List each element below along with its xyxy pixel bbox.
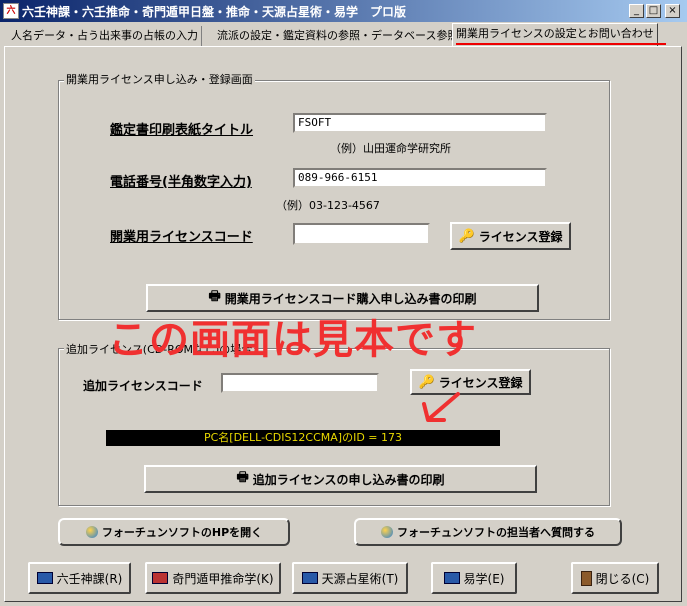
printer-icon: 🖶: [208, 289, 221, 304]
phone-label: 電話番号(半角数字入力): [110, 175, 252, 190]
close-label: 閉じる(C): [595, 571, 650, 586]
license-register-label: ライセンス登録: [478, 229, 563, 244]
additional-code-label: 追加ライセンスコード: [83, 379, 203, 393]
tengen-label: 天源占星術(T): [321, 571, 399, 586]
license-group-legend: 開業用ライセンス申し込み・登録画面: [64, 71, 255, 87]
ekigaku-button[interactable]: 易学(E): [431, 562, 517, 594]
app-icon: 六: [3, 3, 19, 19]
book-icon: [152, 572, 169, 584]
ekigaku-label: 易学(E): [463, 571, 505, 586]
print-title-hint: （例）山田運命学研究所: [330, 142, 451, 155]
print-title-input[interactable]: FSOFT: [293, 113, 547, 133]
phone-hint: （例）03-123-4567: [276, 199, 380, 212]
key-icon: 🔑: [458, 228, 475, 244]
license-code-label: 開業用ライセンスコード: [110, 230, 253, 245]
globe-icon: [85, 526, 98, 538]
additional-print-button[interactable]: 🖶 追加ライセンスの申し込み書の印刷: [144, 465, 537, 493]
open-homepage-button[interactable]: フォーチュンソフトのHPを開く: [58, 518, 290, 546]
additional-code-input[interactable]: [221, 373, 379, 393]
rikujin-label: 六壬神課(R): [56, 571, 123, 586]
door-icon: [580, 570, 592, 586]
close-button[interactable]: 閉じる(C): [571, 562, 659, 594]
tab-school-settings[interactable]: 流派の設定・鑑定資料の参照・データベース参照: [214, 26, 463, 46]
phone-input[interactable]: 089-966-6151: [293, 168, 547, 188]
tengen-button[interactable]: 天源占星術(T): [292, 562, 408, 594]
active-tab-underline: [456, 43, 666, 45]
close-window-button[interactable]: ×: [665, 4, 680, 18]
printer-icon: 🖶: [236, 470, 249, 485]
globe-icon: [381, 526, 393, 538]
open-homepage-label: フォーチュンソフトのHPを開く: [101, 526, 263, 539]
pc-id-display: PC名[DELL-CDIS12CCMA]のID = 173: [106, 430, 500, 446]
window-title: 六壬神課・六壬推命・奇門遁甲日盤・推命・天源占星術・易学 プロ版: [22, 5, 407, 19]
license-print-label: 開業用ライセンスコード購入申し込み書の印刷: [224, 291, 477, 306]
print-title-label: 鑑定書印刷表紙タイトル: [110, 123, 254, 138]
kimon-label: 奇門遁甲推命学(K): [172, 571, 274, 586]
calendar-icon: [443, 572, 460, 584]
ask-staff-label: フォーチュンソフトの担当者へ質問する: [397, 526, 595, 539]
tab-name-input[interactable]: 人名データ・占う出来事の占帳の入力: [8, 26, 202, 46]
license-register-button[interactable]: 🔑 ライセンス登録: [450, 222, 571, 250]
sample-watermark: この画面は見本です: [108, 317, 477, 363]
red-arrow-icon: [422, 392, 460, 422]
kimon-button[interactable]: 奇門遁甲推命学(K): [145, 562, 281, 594]
calendar-icon: [301, 572, 318, 584]
rikujin-button[interactable]: 六壬神課(R): [28, 562, 131, 594]
calendar-icon: [36, 572, 53, 584]
additional-print-label: 追加ライセンスの申し込み書の印刷: [252, 472, 445, 487]
license-code-input[interactable]: [293, 223, 430, 245]
ask-staff-button[interactable]: フォーチュンソフトの担当者へ質問する: [354, 518, 622, 546]
minimize-button[interactable]: _: [629, 4, 644, 18]
maximize-button[interactable]: □: [646, 4, 661, 18]
